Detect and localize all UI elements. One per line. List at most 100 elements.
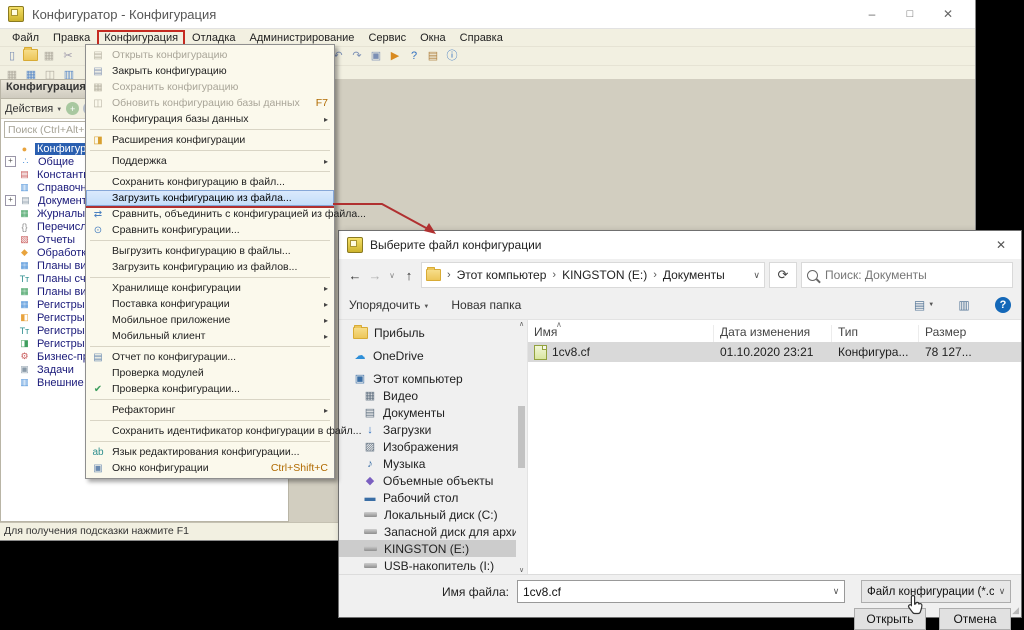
menubar-item[interactable]: Сервис	[362, 31, 412, 45]
scroll-down-icon[interactable]	[519, 566, 524, 574]
help-icon[interactable]	[995, 297, 1011, 313]
downloads-icon[interactable]: ↓	[363, 423, 377, 436]
menubar-item[interactable]: Администрирование	[244, 31, 361, 45]
disk-icon[interactable]	[364, 512, 377, 517]
reg-acct-icon[interactable]: Тт	[18, 325, 31, 336]
cloud-icon[interactable]: ☁	[353, 349, 367, 362]
constants-icon[interactable]: ▤	[18, 169, 31, 180]
filename-dropdown-icon[interactable]	[828, 586, 844, 597]
charts-char-icon[interactable]: ▦	[18, 260, 31, 271]
nav-item[interactable]: ◆Объемные объекты	[339, 472, 516, 489]
debug-run-icon[interactable]: ▶	[387, 49, 403, 64]
nav-item[interactable]: ▣Этот компьютер	[339, 370, 516, 387]
menubar-item[interactable]: Правка	[47, 31, 96, 45]
nav-item[interactable]: ♪Музыка	[339, 455, 516, 472]
menu-item[interactable]: ◫Обновить конфигурацию базы данныхF7	[86, 95, 334, 111]
ext-icon[interactable]: ▥	[18, 377, 31, 388]
configuration-icon[interactable]: ●	[18, 143, 31, 154]
extensions-icon[interactable]: ◨	[91, 135, 105, 146]
maximize-button[interactable]	[891, 2, 929, 26]
close-config-icon[interactable]: ▤	[91, 66, 105, 77]
dialog-search-input[interactable]	[823, 267, 1007, 283]
common-icon[interactable]: ∴	[19, 156, 32, 167]
column-header[interactable]: Размер	[919, 325, 1021, 342]
filename-input[interactable]	[518, 585, 828, 599]
menu-item[interactable]: abЯзык редактирования конфигурации...	[86, 444, 334, 460]
up-icon[interactable]: ↑	[401, 265, 417, 285]
reports-icon[interactable]: ▧	[18, 234, 31, 245]
resize-grip-icon[interactable]	[1012, 605, 1019, 616]
compare-merge-icon[interactable]: ⇄	[91, 209, 105, 220]
nav-scrollbar[interactable]	[516, 320, 527, 574]
disk-icon[interactable]	[364, 546, 377, 551]
menubar-item[interactable]: Отладка	[186, 31, 241, 45]
nav-item[interactable]: ▨Изображения	[339, 438, 516, 455]
update-db-icon[interactable]: ◫	[91, 98, 105, 109]
enums-icon[interactable]: {}	[18, 221, 31, 232]
breadcrumb-dropdown-icon[interactable]	[753, 270, 760, 281]
music-icon[interactable]: ♪	[363, 457, 377, 470]
menu-item[interactable]: Мобильное приложение	[86, 312, 334, 328]
menu-item[interactable]: ▤Отчет по конфигурации...	[86, 349, 334, 365]
menu-item[interactable]: Поддержка	[86, 153, 334, 169]
file-row[interactable]: 1cv8.cf01.10.2020 23:21Конфигура...78 12…	[528, 342, 1021, 362]
config-window-icon[interactable]: ▣	[91, 463, 105, 474]
menu-item[interactable]: Сохранить конфигурацию в файл...	[86, 174, 334, 190]
add-icon[interactable]: +	[66, 102, 79, 115]
menu-item[interactable]: Выгрузить конфигурацию в файлы...	[86, 243, 334, 259]
menu-item[interactable]: Хранилище конфигурации	[86, 280, 334, 296]
menubar-item[interactable]: Окна	[414, 31, 452, 45]
menu-item[interactable]: Рефакторинг	[86, 402, 334, 418]
organize-button[interactable]: Упорядочить	[349, 298, 429, 312]
journals-icon[interactable]: ▦	[18, 208, 31, 219]
redo-icon[interactable]: ↷	[349, 49, 365, 64]
menu-item[interactable]: ▦Сохранить конфигурацию	[86, 79, 334, 95]
refresh-icon[interactable]	[769, 262, 797, 288]
copy-icon[interactable]: ▣	[368, 49, 384, 64]
menu-item[interactable]: Загрузить конфигурацию из файла...	[86, 190, 334, 206]
open-config-icon[interactable]: ▤	[91, 50, 105, 61]
column-header[interactable]: Дата изменения	[714, 325, 832, 342]
new-folder-button[interactable]: Новая папка	[451, 298, 521, 312]
objects3d-icon[interactable]: ◆	[363, 474, 377, 487]
save-icon[interactable]: ▦	[41, 49, 57, 64]
dialog-close-button[interactable]	[981, 231, 1021, 259]
documents-icon[interactable]: ▤	[19, 195, 32, 206]
nav-item[interactable]: Запасной диск для архива	[339, 523, 516, 540]
video-icon[interactable]: ▦	[363, 389, 377, 402]
nav-item[interactable]: ↓Загрузки	[339, 421, 516, 438]
column-header[interactable]: Тип	[832, 325, 919, 342]
compare-icon[interactable]: ⊙	[91, 225, 105, 236]
history-dropdown-icon[interactable]: ∨	[387, 265, 397, 285]
menu-item[interactable]: ⊙Сравнить конфигурации...	[86, 222, 334, 238]
nav-item[interactable]: Прибыль	[339, 324, 516, 341]
cut-icon[interactable]: ✂	[60, 49, 76, 64]
menubar-item[interactable]: Конфигурация	[98, 31, 184, 45]
documents-icon[interactable]: ▤	[363, 406, 377, 419]
dialog-search-box[interactable]	[801, 262, 1013, 288]
minimize-button[interactable]	[853, 2, 891, 26]
back-icon[interactable]: ←	[347, 265, 363, 285]
close-button[interactable]	[929, 2, 967, 26]
menu-item[interactable]: Загрузить конфигурацию из файлов...	[86, 259, 334, 275]
language-icon[interactable]: ab	[91, 447, 105, 458]
nav-item[interactable]: USB-накопитель (I:)	[339, 557, 516, 574]
menu-item[interactable]: Проверка модулей	[86, 365, 334, 381]
expand-icon[interactable]	[5, 156, 16, 167]
reg-accum-icon[interactable]: ◧	[18, 312, 31, 323]
menu-item[interactable]: Мобильный клиент	[86, 328, 334, 344]
scroll-up-icon[interactable]	[519, 320, 524, 328]
nav-item[interactable]: Локальный диск (C:)	[339, 506, 516, 523]
menubar-item[interactable]: Файл	[6, 31, 45, 45]
menu-item[interactable]: Сохранить идентификатор конфигурации в ф…	[86, 423, 334, 439]
menu-item[interactable]: ⇄Сравнить, объединить с конфигурацией из…	[86, 206, 334, 222]
preview-pane-icon[interactable]: ▥	[955, 298, 973, 312]
pictures-icon[interactable]: ▨	[363, 440, 377, 453]
menu-item[interactable]: Поставка конфигурации	[86, 296, 334, 312]
reg-info-icon[interactable]: ▦	[18, 299, 31, 310]
menu-item[interactable]: Конфигурация базы данных	[86, 111, 334, 127]
nav-item[interactable]: KINGSTON (E:)	[339, 540, 516, 557]
scrollbar-thumb[interactable]	[518, 406, 525, 468]
info-icon[interactable]: ⓘ	[444, 49, 460, 64]
charts-accounts-icon[interactable]: Тт	[18, 273, 31, 284]
